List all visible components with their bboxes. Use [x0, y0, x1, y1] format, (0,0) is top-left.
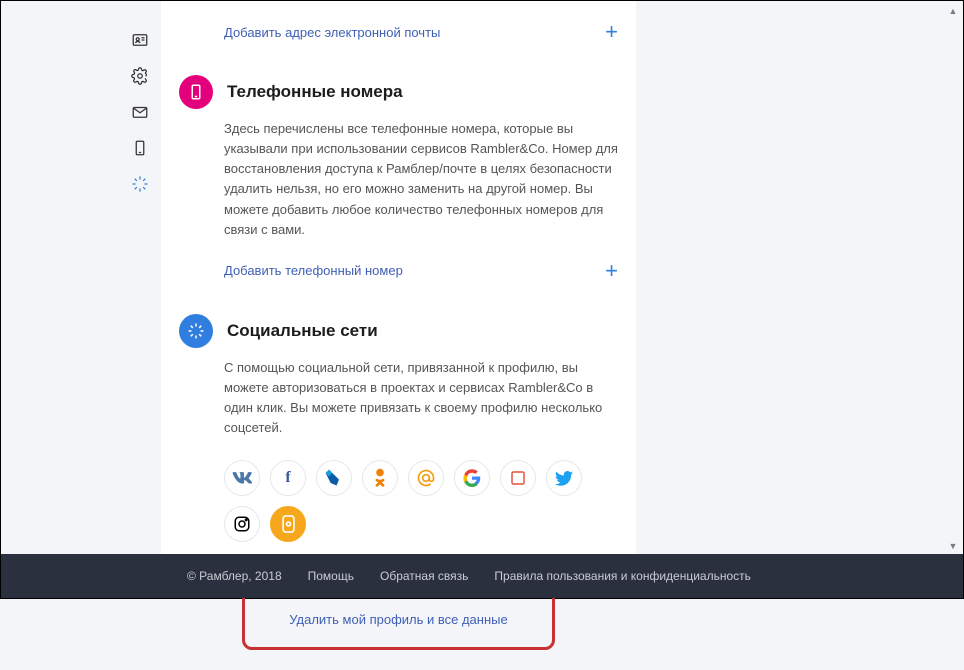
- add-phone-link[interactable]: Добавить телефонный номер: [224, 263, 403, 278]
- footer-copyright: © Рамблер, 2018: [187, 569, 282, 583]
- phone-badge-icon: [179, 75, 213, 109]
- main-content: Добавить адрес электронной почты + Телеф…: [161, 1, 636, 556]
- footer-feedback-link[interactable]: Обратная связь: [380, 569, 468, 583]
- social-twitter-button[interactable]: [546, 460, 582, 496]
- nav-mail-icon[interactable]: [131, 103, 149, 121]
- social-fb-button[interactable]: f: [270, 460, 306, 496]
- social-ok-button[interactable]: [362, 460, 398, 496]
- nav-profile-icon[interactable]: [131, 31, 149, 49]
- social-google-button[interactable]: [454, 460, 490, 496]
- footer-help-link[interactable]: Помощь: [308, 569, 354, 583]
- social-lj-button[interactable]: [316, 460, 352, 496]
- nav-phone-icon[interactable]: [131, 139, 149, 157]
- social-title: Социальные сети: [227, 321, 378, 341]
- add-email-plus-icon[interactable]: +: [605, 19, 618, 45]
- scroll-up-icon[interactable]: ▲: [945, 3, 961, 19]
- footer: © Рамблер, 2018 Помощь Обратная связь Пр…: [1, 554, 963, 598]
- scroll-down-icon[interactable]: ▼: [945, 538, 961, 554]
- add-email-link[interactable]: Добавить адрес электронной почты: [224, 25, 440, 40]
- nav-settings-icon[interactable]: [131, 67, 149, 85]
- phones-title: Телефонные номера: [227, 82, 403, 102]
- footer-privacy-link[interactable]: Правила пользования и конфиденциальность: [494, 569, 751, 583]
- section-phones: Телефонные номера Здесь перечислены все …: [179, 75, 618, 304]
- social-text: С помощью социальной сети, привязанной к…: [179, 348, 618, 439]
- add-phone-plus-icon[interactable]: +: [605, 258, 618, 284]
- sidebar: [1, 1, 161, 556]
- social-mailru-button[interactable]: [408, 460, 444, 496]
- social-instagram-button[interactable]: [224, 506, 260, 542]
- nav-social-icon[interactable]: [131, 175, 149, 193]
- social-badge-icon: [179, 314, 213, 348]
- social-vk-button[interactable]: [224, 460, 260, 496]
- social-pochta-button[interactable]: [500, 460, 536, 496]
- delete-profile-highlight: Удалить мой профиль и все данные: [242, 590, 554, 650]
- social-providers: f: [179, 438, 618, 542]
- social-sberid-button[interactable]: [270, 506, 306, 542]
- scrollbar[interactable]: ▲ ▼: [945, 3, 961, 554]
- content-gutter: [636, 1, 963, 556]
- delete-profile-link[interactable]: Удалить мой профиль и все данные: [289, 612, 507, 627]
- section-social: Социальные сети С помощью социальной сет…: [179, 314, 618, 543]
- phones-text: Здесь перечислены все телефонные номера,…: [179, 109, 618, 240]
